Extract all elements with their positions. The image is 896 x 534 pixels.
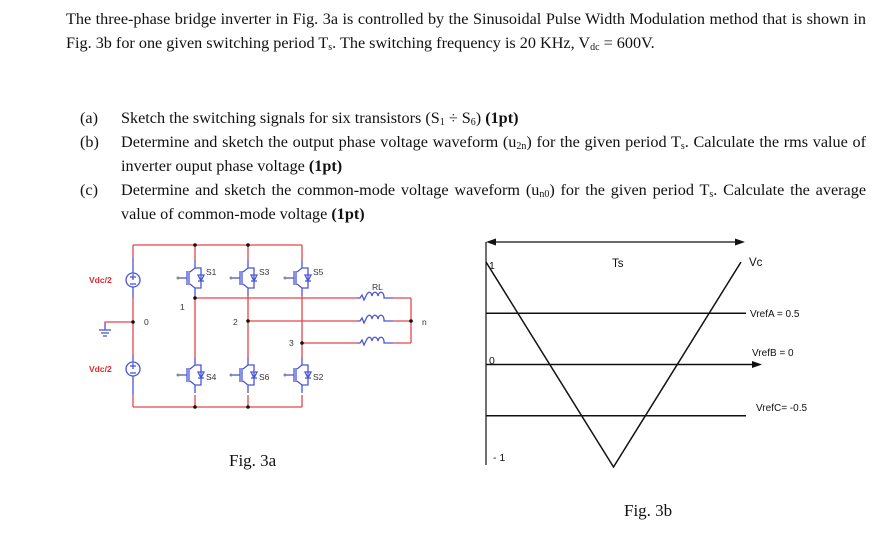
vref-b-label: VrefB = 0 — [752, 348, 794, 359]
tick-label-0: 0 — [489, 355, 495, 367]
vref-a-label: VrefA = 0.5 — [750, 309, 800, 320]
arrow-right-icon — [735, 238, 745, 246]
fig3b-diagram: Ts Vc 1 0 - 1 VrefA = 0.5 VrefB = 0 Vref… — [485, 238, 807, 469]
tick-label-1: 1 — [489, 260, 495, 272]
tick-label-neg1: - 1 — [493, 452, 505, 464]
arrow-right-icon — [752, 361, 762, 368]
arrow-left-icon — [486, 238, 496, 246]
carrier-label: Vc — [749, 257, 763, 269]
fig3b-caption: Fig. 3b — [624, 501, 673, 520]
vref-c-label: VrefC= -0.5 — [756, 403, 807, 414]
period-label: Ts — [612, 258, 624, 270]
